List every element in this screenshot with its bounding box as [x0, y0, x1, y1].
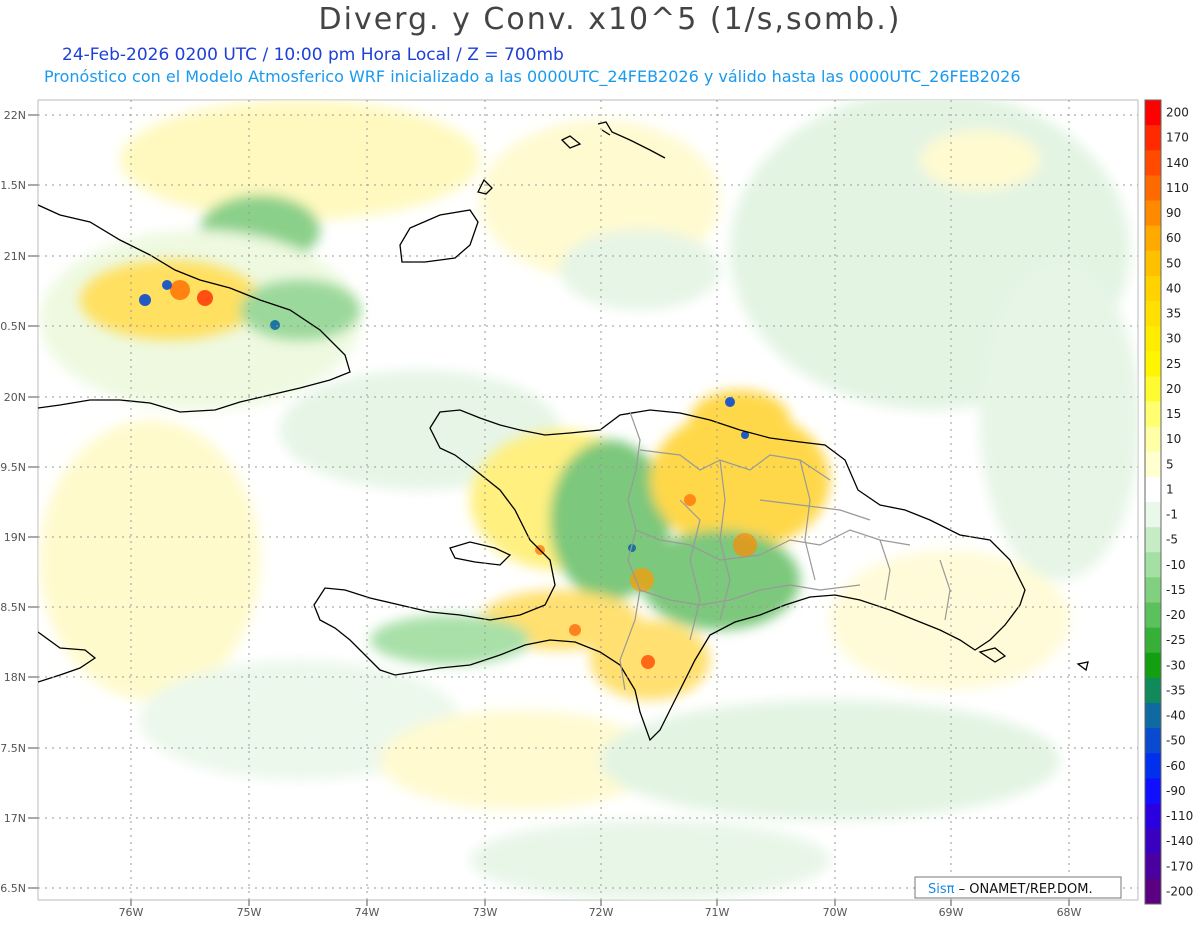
colorbar-swatch [1145, 301, 1161, 327]
colorbar-swatch [1145, 602, 1161, 629]
colorbar-label: -200 [1166, 884, 1193, 898]
colorbar-label: -1 [1166, 508, 1178, 522]
lat-label: 8.5N [0, 601, 26, 614]
colorbar-label: -110 [1166, 809, 1193, 823]
colorbar-label: -30 [1166, 658, 1186, 672]
colorbar-label: 1 [1166, 482, 1174, 496]
colorbar-swatch [1145, 175, 1161, 201]
svg-text:Sisπ – ONAMET/REP.DOM.: Sisπ – ONAMET/REP.DOM. [928, 882, 1093, 897]
colorbar-swatch [1145, 677, 1161, 704]
colorbar-swatch [1145, 577, 1161, 603]
lat-label: 1.5N [0, 179, 26, 192]
colorbar-label: -5 [1166, 533, 1178, 547]
lat-label: 18N [4, 671, 26, 684]
colorbar-label: -40 [1166, 709, 1186, 723]
colorbar-swatch [1145, 803, 1161, 830]
colorbar-label: 10 [1166, 432, 1181, 446]
colorbar-label: 60 [1166, 231, 1181, 245]
colorbar-swatch [1145, 351, 1161, 377]
colorbar-label: 200 [1166, 106, 1189, 120]
lon-label: 70W [823, 906, 848, 919]
colorbar-swatch [1145, 753, 1161, 779]
lat-label: 9.5N [0, 461, 26, 474]
colorbar-label: -50 [1166, 734, 1186, 748]
colorbar-label: -35 [1166, 683, 1186, 697]
lat-label: 21N [4, 250, 26, 263]
colorbar-swatch [1145, 853, 1161, 880]
colorbar-swatch [1145, 778, 1161, 804]
colorbar-label: 140 [1166, 156, 1189, 170]
colorbar: 200 170 140 110 90 60 50 40 35 30 25 20 15 10 5 1 -1 -5 -1… [1144, 99, 1193, 905]
colorbar-label: -140 [1166, 834, 1193, 848]
colorbar-label: 90 [1166, 206, 1181, 220]
divergence-map: 22N 1.5N 21N 0.5N 20N 9.5N 19N 8.5N 18N … [0, 99, 1193, 919]
lon-label: 72W [589, 906, 614, 919]
credit-brand: Sisπ [928, 882, 955, 897]
colorbar-swatch [1145, 552, 1161, 578]
colorbar-label: 20 [1166, 382, 1181, 396]
longitude-labels: 76W 75W 74W 73W 72W 71W 70W 69W 68W [119, 906, 1082, 919]
colorbar-swatch [1145, 476, 1161, 503]
lon-label: 73W [473, 906, 498, 919]
colorbar-swatch [1145, 828, 1161, 855]
colorbar-label: 40 [1166, 281, 1181, 295]
colorbar-label: -170 [1166, 859, 1193, 873]
colorbar-label: 30 [1166, 332, 1181, 346]
colorbar-swatch [1145, 728, 1161, 754]
colorbar-swatch [1145, 100, 1161, 126]
lat-label: 7.5N [0, 742, 26, 755]
colorbar-label: -10 [1166, 558, 1186, 572]
colorbar-swatch [1145, 426, 1161, 453]
colorbar-label: 35 [1166, 307, 1181, 321]
colorbar-swatch [1145, 527, 1161, 553]
colorbar-swatch [1145, 200, 1161, 227]
lon-label: 69W [939, 906, 964, 919]
lon-label: 71W [705, 906, 730, 919]
colorbar-label: -25 [1166, 633, 1186, 647]
colorbar-swatch [1145, 627, 1161, 654]
colorbar-swatch [1145, 125, 1161, 151]
colorbar-swatch [1145, 326, 1161, 352]
lat-label: 20N [4, 391, 26, 404]
colorbar-label: -15 [1166, 583, 1186, 597]
colorbar-swatch [1145, 275, 1161, 302]
colorbar-label: -20 [1166, 608, 1186, 622]
colorbar-label: -90 [1166, 784, 1186, 798]
colorbar-swatch [1145, 150, 1161, 176]
colorbar-label: 110 [1166, 181, 1189, 195]
credit-text: – ONAMET/REP.DOM. [954, 882, 1092, 897]
colorbar-swatch [1145, 878, 1161, 905]
colorbar-label: 15 [1166, 407, 1181, 421]
lat-label: 17N [4, 812, 26, 825]
lat-ticks [28, 114, 38, 889]
lat-label: 0.5N [0, 320, 26, 333]
colorbar-label: 170 [1166, 131, 1189, 145]
colorbar-swatch [1145, 225, 1161, 252]
colorbar-label: -60 [1166, 759, 1186, 773]
colorbar-swatch [1145, 652, 1161, 679]
lon-label: 75W [237, 906, 262, 919]
colorbar-swatch [1145, 703, 1161, 729]
credit-box: Sisπ – ONAMET/REP.DOM. [914, 876, 1122, 899]
colorbar-swatch [1145, 502, 1161, 528]
latitude-labels: 22N 1.5N 21N 0.5N 20N 9.5N 19N 8.5N 18N … [0, 109, 26, 895]
lon-label: 68W [1057, 906, 1082, 919]
colorbar-swatch [1145, 401, 1161, 428]
lat-label: 22N [4, 109, 26, 122]
lon-label: 76W [119, 906, 144, 919]
colorbar-label: 25 [1166, 357, 1181, 371]
colorbar-swatch [1145, 451, 1161, 478]
colorbar-label: 5 [1166, 457, 1174, 471]
colorbar-swatch [1145, 250, 1161, 277]
colorbar-swatch [1145, 376, 1161, 402]
lat-label: 19N [4, 531, 26, 544]
colorbar-label: 50 [1166, 256, 1181, 270]
lat-label: 6.5N [0, 882, 26, 895]
lon-label: 74W [355, 906, 380, 919]
